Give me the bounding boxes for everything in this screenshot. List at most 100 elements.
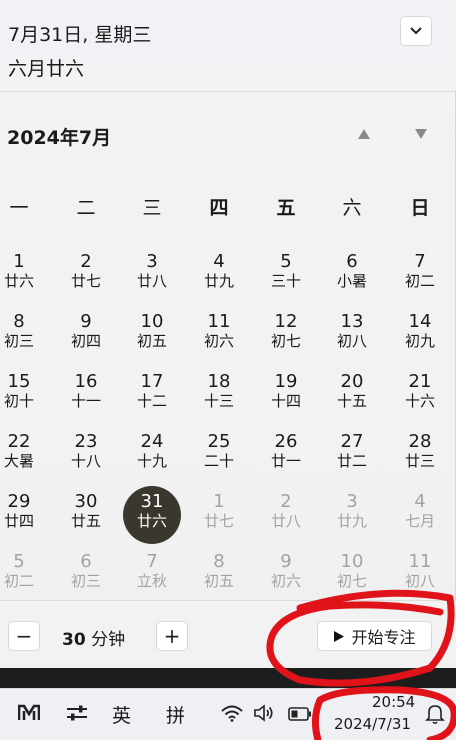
lunar-day: 廿三	[404, 452, 435, 470]
day-number: 1	[213, 491, 225, 512]
lunar-day: 十五	[336, 392, 367, 410]
lunar-day: 初五	[136, 332, 167, 350]
ime-language-button[interactable]: 英	[112, 701, 131, 728]
calendar-day[interactable]: 25 二十	[189, 427, 249, 487]
calendar-day[interactable]: 7 立秋	[122, 547, 182, 607]
calendar-day-today[interactable]: 31 廿六	[122, 486, 182, 547]
start-focus-button[interactable]: 开始专注	[317, 621, 432, 651]
calendar-day[interactable]: 21 十六	[390, 367, 450, 427]
lunar-day: 十四	[270, 392, 301, 410]
lunar-day: 大暑	[3, 452, 34, 470]
calendar-day[interactable]: 8 初五	[189, 547, 249, 607]
weekday-label: 五	[276, 197, 296, 219]
calendar-day[interactable]: 7 初二	[390, 247, 450, 307]
day-number: 26	[274, 431, 298, 452]
lunar-day: 初七	[270, 332, 301, 350]
day-number: 11	[408, 551, 432, 572]
weekday-label: 三	[142, 197, 162, 219]
weekday-label: 六	[342, 197, 362, 219]
ime-mode-button[interactable]: 拼	[166, 701, 185, 728]
next-month-button[interactable]	[413, 126, 429, 142]
lunar-day: 廿二	[336, 452, 367, 470]
lunar-day: 初二	[404, 272, 435, 290]
calendar-day[interactable]: 9 初六	[256, 547, 316, 607]
calendar-day[interactable]: 18 十三	[189, 367, 249, 427]
previous-month-button[interactable]	[356, 126, 372, 142]
calendar-day[interactable]: 6 小暑	[322, 247, 382, 307]
day-number: 3	[346, 491, 358, 512]
desktop-strip	[0, 668, 456, 688]
lunar-day: 十三	[203, 392, 234, 410]
calendar-day[interactable]: 29 廿四	[0, 487, 49, 547]
calendar-day[interactable]: 10 初五	[122, 307, 182, 367]
calendar-day[interactable]: 6 初三	[56, 547, 116, 607]
weekday-label: 四	[209, 197, 229, 219]
calendar-day[interactable]: 5 初二	[0, 547, 49, 607]
day-number: 30	[74, 491, 98, 512]
volume-icon[interactable]	[254, 704, 276, 722]
calendar-day[interactable]: 28 廿三	[390, 427, 450, 487]
calendar-day[interactable]: 9 初四	[56, 307, 116, 367]
day-number: 5	[280, 251, 292, 272]
calendar-day[interactable]: 19 十四	[256, 367, 316, 427]
calendar-day[interactable]: 11 初八	[390, 547, 450, 607]
lunar-day: 初六	[203, 332, 234, 350]
calendar-day[interactable]: 16 十一	[56, 367, 116, 427]
date-header: 7月31日, 星期三 六月廿六	[0, 0, 456, 92]
calendar-day[interactable]: 4 七月	[390, 487, 450, 547]
day-number: 28	[408, 431, 432, 452]
calendar-day[interactable]: 26 廿一	[256, 427, 316, 487]
lunar-day: 二十	[203, 452, 234, 470]
focus-duration-unit: 分钟	[91, 630, 126, 650]
calendar-day[interactable]: 17 十二	[122, 367, 182, 427]
increase-duration-button[interactable]: +	[156, 621, 188, 651]
day-number: 17	[140, 371, 164, 392]
day-number: 2	[280, 491, 292, 512]
wifi-icon[interactable]	[220, 704, 244, 722]
calendar-day[interactable]: 14 初九	[390, 307, 450, 367]
calendar-day[interactable]: 13 初八	[322, 307, 382, 367]
calendar-day[interactable]: 23 十八	[56, 427, 116, 487]
day-number: 13	[340, 311, 364, 332]
day-number: 12	[274, 311, 298, 332]
calendar-day[interactable]: 15 初十	[0, 367, 49, 427]
calendar-day[interactable]: 11 初六	[189, 307, 249, 367]
calendar-day[interactable]: 1 廿七	[189, 487, 249, 547]
calendar-day[interactable]: 20 十五	[322, 367, 382, 427]
lunar-day: 十一	[70, 392, 101, 410]
calendar-day[interactable]: 5 三十	[256, 247, 316, 307]
day-number: 10	[340, 551, 364, 572]
lunar-day: 初十	[3, 392, 34, 410]
lunar-day: 廿五	[70, 512, 101, 530]
calendar-day[interactable]: 2 廿七	[56, 247, 116, 307]
calendar-day[interactable]: 12 初七	[256, 307, 316, 367]
lunar-day: 初八	[404, 572, 435, 590]
clock-time[interactable]: 20:54	[372, 693, 415, 711]
lunar-day: 廿六	[136, 512, 167, 530]
day-number: 27	[340, 431, 364, 452]
decrease-duration-button[interactable]: −	[8, 621, 40, 651]
calendar-day[interactable]: 3 廿八	[122, 247, 182, 307]
calendar-day[interactable]: 2 廿八	[256, 487, 316, 547]
calendar-day[interactable]: 10 初七	[322, 547, 382, 607]
calendar-day[interactable]: 22 大暑	[0, 427, 49, 487]
calendar-day[interactable]: 27 廿二	[322, 427, 382, 487]
calendar-day[interactable]: 30 廿五	[56, 487, 116, 547]
calendar-day[interactable]: 8 初三	[0, 307, 49, 367]
calendar-day[interactable]: 4 廿九	[189, 247, 249, 307]
calendar-day[interactable]: 3 廿九	[322, 487, 382, 547]
clock-date[interactable]: 2024/7/31	[334, 715, 411, 733]
day-number: 18	[207, 371, 231, 392]
calendar-day[interactable]: 1 廿六	[0, 247, 49, 307]
day-number: 25	[207, 431, 231, 452]
calendar-day[interactable]: 24 十九	[122, 427, 182, 487]
bell-icon[interactable]	[425, 703, 445, 725]
day-number: 2	[80, 251, 92, 272]
battery-icon[interactable]	[288, 707, 312, 721]
day-number: 9	[280, 551, 292, 572]
app-logo-icon[interactable]	[18, 703, 40, 721]
collapse-calendar-button[interactable]	[400, 16, 432, 46]
sliders-icon[interactable]	[66, 704, 88, 722]
day-number: 6	[80, 551, 92, 572]
day-number: 29	[7, 491, 31, 512]
